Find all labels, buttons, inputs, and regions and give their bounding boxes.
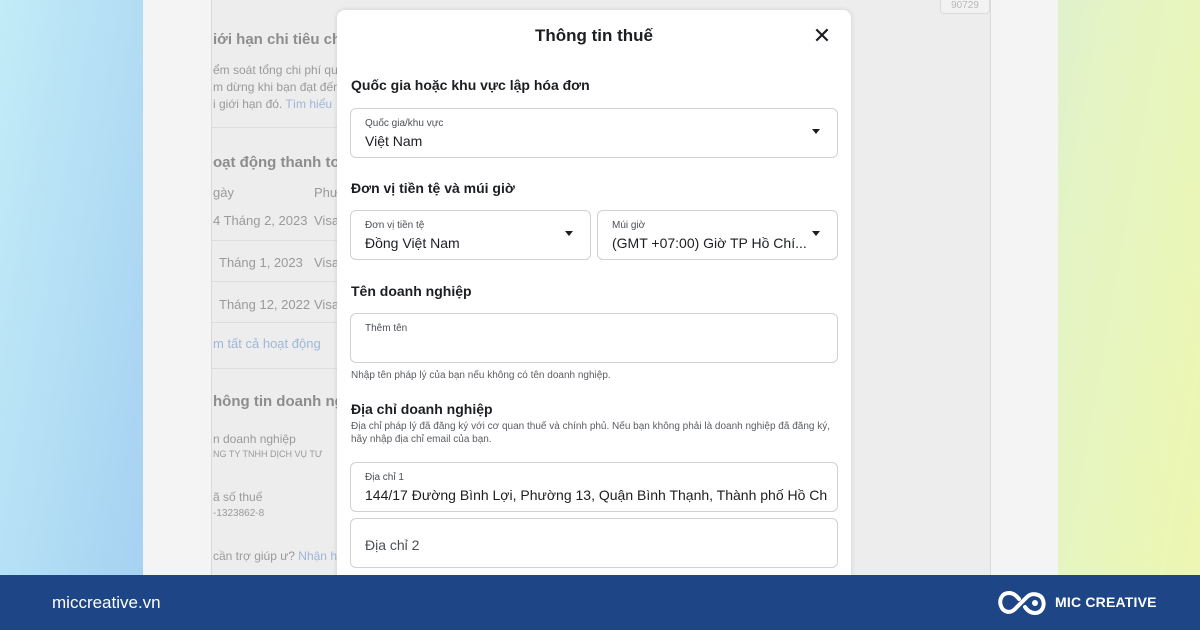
spending-limit-line-3-text: i giới hạn đó. bbox=[213, 97, 283, 111]
caret-down-icon bbox=[565, 231, 573, 236]
divider bbox=[212, 127, 337, 128]
country-select-label: Quốc gia/khu vực bbox=[365, 118, 444, 129]
spending-limit-line-2: m dừng khi bạn đạt đến bbox=[213, 80, 340, 94]
tax-id-label: ã số thuế bbox=[213, 490, 263, 504]
get-help-link[interactable]: Nhận h bbox=[298, 549, 337, 563]
caret-down-icon bbox=[812, 231, 820, 236]
business-name-placeholder: Thêm tên bbox=[365, 323, 408, 334]
brand-name: MIC CREATIVE bbox=[1055, 594, 1157, 610]
country-select[interactable]: Quốc gia/khu vực Việt Nam bbox=[350, 108, 838, 158]
timezone-select-label: Múi giờ bbox=[612, 220, 646, 231]
close-icon[interactable]: ✕ bbox=[809, 25, 835, 48]
business-address-hint: Địa chỉ pháp lý đã đăng ký với cơ quan t… bbox=[351, 421, 831, 445]
infinity-logo-icon bbox=[998, 591, 1046, 616]
address-line-1-value: 144/17 Đường Bình Lợi, Phường 13, Quận B… bbox=[365, 487, 827, 503]
divider bbox=[212, 281, 337, 282]
activity-row-3-method: Visa bbox=[314, 297, 340, 312]
business-name-input[interactable]: Thêm tên bbox=[350, 313, 838, 363]
caret-down-icon bbox=[812, 129, 820, 134]
divider bbox=[212, 368, 337, 369]
business-name-label: n doanh nghiệp bbox=[213, 432, 296, 446]
payment-activity-heading: oạt động thanh toán bbox=[213, 154, 358, 171]
business-name-heading: Tên doanh nghiệp bbox=[351, 283, 472, 299]
divider bbox=[212, 322, 337, 323]
timezone-select[interactable]: Múi giờ (GMT +07:00) Giờ TP Hồ Chí... bbox=[597, 210, 838, 260]
address-line-2-placeholder: Địa chỉ 2 bbox=[365, 537, 420, 553]
activity-row-1-method: Visa bbox=[314, 213, 340, 228]
business-name-value: NG TY TNHH DỊCH VỤ TƯ bbox=[213, 449, 323, 459]
currency-select[interactable]: Đơn vị tiền tệ Đồng Việt Nam bbox=[350, 210, 591, 260]
column-header-method: Phư bbox=[314, 185, 339, 200]
spending-limit-line-3: i giới hạn đó. Tìm hiểu bbox=[213, 97, 332, 111]
activity-row-2-method: Visa bbox=[314, 255, 340, 270]
currency-select-value: Đồng Việt Nam bbox=[365, 235, 460, 251]
corner-counter: 90729 bbox=[940, 0, 990, 14]
country-select-value: Việt Nam bbox=[365, 133, 423, 149]
country-section-heading: Quốc gia hoặc khu vực lập hóa đơn bbox=[351, 77, 590, 93]
divider bbox=[212, 240, 337, 241]
address-line-1-label: Địa chỉ 1 bbox=[365, 472, 404, 483]
help-question: cần trợ giúp ư? bbox=[213, 549, 295, 563]
see-all-activity-link[interactable]: m tất cả hoạt động bbox=[213, 336, 321, 351]
learn-more-link[interactable]: Tìm hiểu bbox=[285, 97, 332, 111]
address-line-2-input[interactable]: Địa chỉ 2 bbox=[350, 518, 838, 568]
currency-select-label: Đơn vị tiền tệ bbox=[365, 220, 425, 231]
activity-row-3-date: Tháng 12, 2022 bbox=[219, 297, 311, 312]
column-header-date: gày bbox=[213, 185, 234, 200]
help-text: cần trợ giúp ư? Nhận h bbox=[213, 549, 337, 563]
dialog-title: Thông tin thuế bbox=[534, 26, 654, 45]
spending-limit-line-1: ểm soát tổng chi phí qu bbox=[213, 63, 338, 77]
website-link[interactable]: miccreative.vn bbox=[52, 593, 161, 613]
activity-row-2-date: Tháng 1, 2023 bbox=[219, 255, 303, 270]
activity-row-1-date: 4 Tháng 2, 2023 bbox=[213, 213, 308, 228]
currency-section-heading: Đơn vị tiền tệ và múi giờ bbox=[351, 180, 515, 196]
timezone-select-value: (GMT +07:00) Giờ TP Hồ Chí... bbox=[612, 235, 807, 251]
address-line-1-input[interactable]: Địa chỉ 1 144/17 Đường Bình Lợi, Phường … bbox=[350, 462, 838, 512]
tax-id-value: -1323862-8 bbox=[213, 508, 265, 519]
tax-info-dialog: Thông tin thuế ✕ Quốc gia hoặc khu vực l… bbox=[337, 10, 851, 585]
business-name-hint: Nhập tên pháp lý của bạn nếu không có tê… bbox=[351, 370, 611, 381]
brand-footer: miccreative.vn MIC CREATIVE bbox=[0, 575, 1200, 630]
business-address-heading: Địa chỉ doanh nghiệp bbox=[351, 401, 493, 417]
